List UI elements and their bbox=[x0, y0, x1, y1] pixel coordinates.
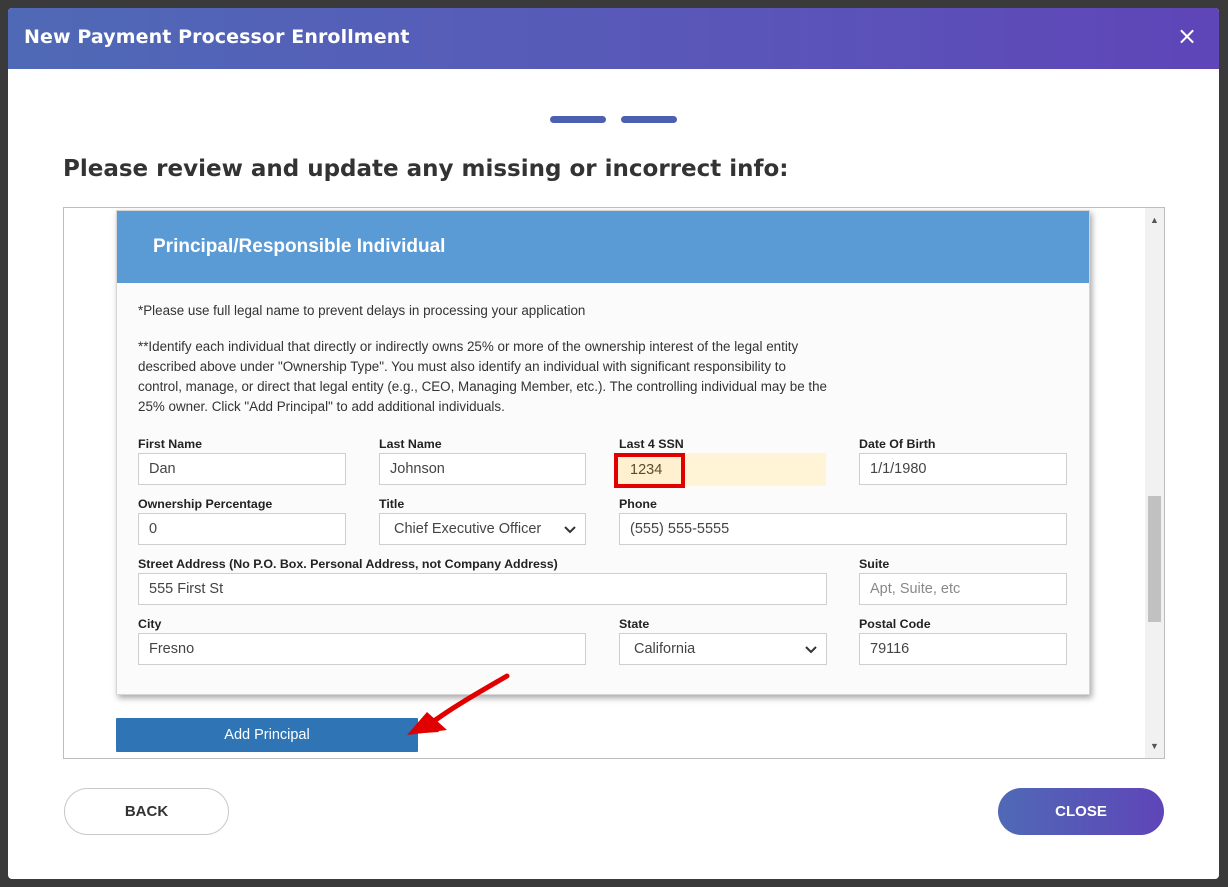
close-icon[interactable]: × bbox=[1173, 22, 1201, 50]
city-input[interactable]: Fresno bbox=[138, 633, 586, 665]
postal-input[interactable]: 79116 bbox=[859, 633, 1067, 665]
last-name-input[interactable]: Johnson bbox=[379, 453, 586, 485]
page-instruction: Please review and update any missing or … bbox=[63, 156, 789, 182]
state-select[interactable]: California bbox=[619, 633, 827, 665]
section-title: Principal/Responsible Individual bbox=[153, 236, 446, 257]
last-name-label: Last Name bbox=[379, 437, 442, 451]
city-label: City bbox=[138, 617, 162, 631]
phone-input[interactable]: (555) 555-5555 bbox=[619, 513, 1067, 545]
chevron-down-icon bbox=[564, 526, 576, 534]
street-label: Street Address (No P.O. Box. Personal Ad… bbox=[138, 557, 558, 571]
modal-header: New Payment Processor Enrollment × bbox=[8, 8, 1219, 69]
scroll-down-arrow-icon[interactable]: ▼ bbox=[1145, 738, 1164, 754]
annotation-arrow-icon bbox=[407, 673, 510, 735]
chevron-down-icon bbox=[805, 646, 817, 654]
legal-name-note: *Please use full legal name to prevent d… bbox=[138, 303, 586, 318]
postal-label: Postal Code bbox=[859, 617, 931, 631]
step-1-indicator bbox=[550, 116, 606, 123]
scrollbar[interactable]: ▲ ▼ bbox=[1145, 208, 1164, 758]
state-select-value: California bbox=[634, 641, 696, 657]
form-scroll-frame: Principal/Responsible Individual *Please… bbox=[63, 207, 1165, 759]
title-select[interactable]: Chief Executive Officer bbox=[379, 513, 586, 545]
close-button[interactable]: CLOSE bbox=[998, 788, 1164, 835]
first-name-input[interactable]: Dan bbox=[138, 453, 346, 485]
suite-label: Suite bbox=[859, 557, 890, 571]
step-2-indicator bbox=[621, 116, 677, 123]
ssn-input[interactable]: 1234 bbox=[614, 453, 685, 488]
ownership-label: Ownership Percentage bbox=[138, 497, 273, 511]
ssn-label: Last 4 SSN bbox=[619, 437, 684, 451]
scroll-up-arrow-icon[interactable]: ▲ bbox=[1145, 212, 1164, 228]
phone-label: Phone bbox=[619, 497, 657, 511]
title-label: Title bbox=[379, 497, 405, 511]
state-label: State bbox=[619, 617, 650, 631]
first-name-label: First Name bbox=[138, 437, 203, 451]
street-input[interactable]: 555 First St bbox=[138, 573, 827, 605]
ownership-input[interactable]: 0 bbox=[138, 513, 346, 545]
suite-input[interactable]: Apt, Suite, etc bbox=[859, 573, 1067, 605]
enrollment-modal: New Payment Processor Enrollment × Pleas… bbox=[8, 8, 1219, 879]
title-select-value: Chief Executive Officer bbox=[394, 521, 542, 537]
add-principal-button[interactable]: Add Principal bbox=[116, 718, 418, 752]
principal-section-card: Principal/Responsible Individual *Please… bbox=[116, 210, 1090, 695]
ownership-note: **Identify each individual that directly… bbox=[138, 339, 827, 414]
back-button[interactable]: BACK bbox=[64, 788, 229, 835]
section-header: Principal/Responsible Individual bbox=[117, 211, 1089, 283]
dob-input[interactable]: 1/1/1980 bbox=[859, 453, 1067, 485]
scrollbar-thumb[interactable] bbox=[1148, 496, 1161, 622]
dob-label: Date Of Birth bbox=[859, 437, 936, 451]
modal-title: New Payment Processor Enrollment bbox=[24, 26, 410, 48]
